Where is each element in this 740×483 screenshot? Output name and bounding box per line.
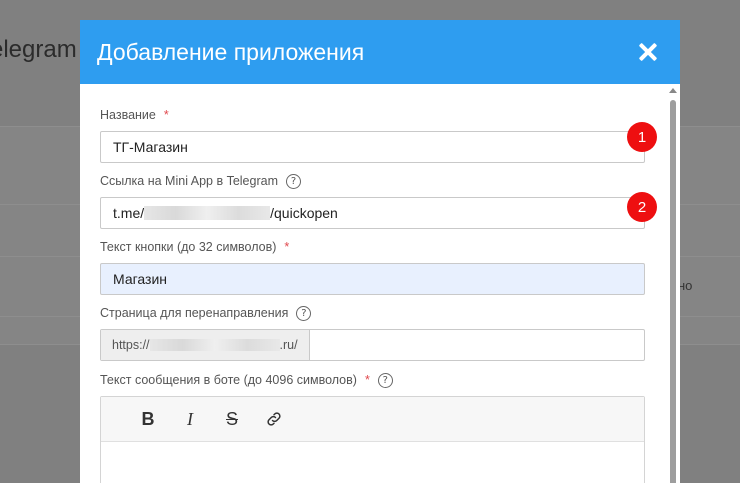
mini-app-link-field-group: Ссылка на Mini App в Telegram ? t.me/ /q…	[100, 172, 645, 229]
bot-message-field-group: Текст сообщения в боте (до 4096 символов…	[100, 371, 645, 483]
mini-app-link-input[interactable]: t.me/ /quickopen	[100, 197, 645, 229]
redirect-page-input-group: https:// .ru/	[100, 329, 645, 361]
add-app-modal: Добавление приложения Название * ТГ-Мага…	[80, 20, 680, 483]
strikethrough-icon[interactable]: S	[222, 409, 242, 429]
close-icon[interactable]	[636, 40, 660, 64]
modal-header: Добавление приложения	[80, 20, 680, 84]
url-prefix: https:// .ru/	[101, 330, 310, 360]
scrollbar-thumb[interactable]	[670, 100, 676, 483]
bot-message-label: Текст сообщения в боте (до 4096 символов…	[100, 371, 645, 389]
name-field-group: Название * ТГ-Магазин	[100, 106, 645, 163]
redirect-page-input[interactable]	[310, 330, 644, 360]
button-text-label: Текст кнопки (до 32 символов) *	[100, 240, 290, 254]
button-text-input[interactable]: Магазин	[100, 263, 645, 295]
help-icon[interactable]: ?	[286, 173, 301, 189]
link-icon[interactable]	[264, 409, 284, 429]
button-text-field-group: Текст кнопки (до 32 символов) * Магазин	[100, 238, 645, 295]
required-marker: *	[163, 108, 169, 122]
scroll-up-icon[interactable]	[669, 88, 677, 93]
annotation-badge: 1	[627, 122, 657, 152]
bot-message-editor[interactable]: B I S	[100, 396, 645, 483]
required-marker: *	[284, 240, 290, 254]
italic-icon[interactable]: I	[180, 409, 200, 429]
name-label: Название *	[100, 108, 169, 122]
bold-icon[interactable]: B	[138, 409, 158, 429]
background-title: elegram	[0, 36, 77, 63]
redacted-text	[144, 206, 271, 220]
required-marker: *	[364, 373, 370, 387]
editor-toolbar: B I S	[101, 397, 644, 442]
redirect-page-label: Страница для перенаправления ?	[100, 304, 645, 322]
redirect-page-field-group: Страница для перенаправления ? https:// …	[100, 304, 645, 361]
annotation-badge: 2	[627, 192, 657, 222]
modal-body: Название * ТГ-Магазин Ссылка на Mini App…	[80, 84, 666, 483]
name-input[interactable]: ТГ-Магазин	[100, 131, 645, 163]
modal-scrollbar[interactable]	[668, 84, 680, 483]
modal-title: Добавление приложения	[97, 38, 365, 65]
help-icon[interactable]: ?	[296, 305, 312, 321]
help-icon[interactable]: ?	[377, 372, 393, 388]
background-cell-text: но	[678, 278, 693, 293]
redacted-text	[149, 339, 280, 351]
mini-app-link-label: Ссылка на Mini App в Telegram ?	[100, 172, 645, 190]
